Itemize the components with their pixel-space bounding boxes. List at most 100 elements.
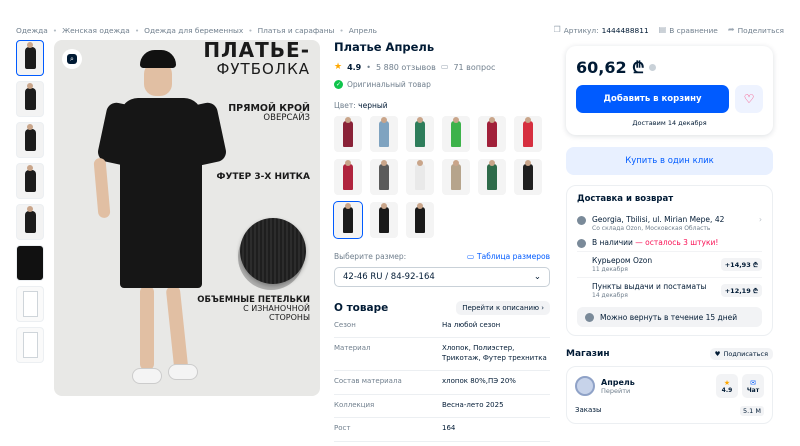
delivery-option-price: +14,93 ₾: [720, 258, 762, 271]
subscribe-button[interactable]: ♥ Подписаться: [709, 348, 773, 360]
chat-button[interactable]: ✉ Чат: [742, 374, 764, 398]
price-value: 60,62 ₾: [576, 58, 645, 77]
breadcrumb-item[interactable]: Женская одежда: [62, 26, 130, 35]
thumbnail[interactable]: [16, 245, 44, 281]
returns-row[interactable]: Можно вернуть в течение 15 дней: [577, 307, 762, 327]
color-swatch[interactable]: [370, 159, 398, 195]
breadcrumb-item[interactable]: Одежда: [16, 26, 48, 35]
heart-icon[interactable]: ♡: [735, 85, 763, 113]
breadcrumb-item[interactable]: Одежда для беременных: [144, 26, 243, 35]
swatch-figure: [343, 160, 353, 190]
breadcrumb-separator: •: [339, 25, 344, 35]
chat-icon: ✉: [750, 378, 756, 387]
shop-logo[interactable]: [575, 376, 595, 396]
color-swatch[interactable]: [478, 116, 506, 152]
reviews-link[interactable]: 5 880 отзывов: [376, 63, 436, 72]
thumbnail-doc: [23, 291, 38, 317]
spec-row: Сезон На любой сезон: [334, 315, 550, 339]
swatch-figure: [523, 117, 533, 147]
article-copy[interactable]: ❐ Артикул: 1444488811: [554, 26, 649, 35]
spec-row: Рост 164: [334, 418, 550, 442]
color-swatch[interactable]: [442, 116, 470, 152]
color-swatch[interactable]: [514, 159, 542, 195]
orders-label: Заказы: [575, 406, 602, 414]
color-swatch[interactable]: [406, 116, 434, 152]
promo-text: ОВЕРСАЙЗ: [263, 113, 310, 124]
thumbnail[interactable]: [16, 122, 44, 158]
thumbnail[interactable]: [16, 81, 44, 117]
main-product-image[interactable]: ⌕ ПЛАТЬЕ- ФУТБОЛКА ПРЯМОЙ КРОЙ ОВЕРСАЙЗ …: [54, 40, 320, 396]
swatch-figure: [451, 160, 461, 190]
delivery-option[interactable]: Пункты выдачи и постаматы 14 декабря +12,1…: [577, 277, 762, 303]
one-click-button[interactable]: Купить в один клик: [566, 147, 773, 175]
model-leg: [165, 285, 189, 371]
spec-key: Коллекция: [334, 400, 375, 409]
color-label: Цвет:: [334, 101, 356, 110]
goto-description-button[interactable]: Перейти к описанию ›: [456, 301, 550, 315]
breadcrumb-item[interactable]: Апрель: [349, 26, 377, 35]
stock-label: В наличии: [592, 238, 633, 247]
color-swatch[interactable]: [333, 201, 363, 239]
thumbnail[interactable]: [16, 163, 44, 199]
price: 60,62 ₾: [576, 56, 763, 78]
delivery-option-date: 11 декабря: [592, 266, 628, 273]
spec-row: Материал Хлопок, Полиэстер, Трикотаж, Фут…: [334, 338, 550, 372]
delivery-option[interactable]: Курьером Ozon 11 декабря +14,93 ₾: [577, 251, 762, 277]
compare-button[interactable]: ▤ В сравнение: [659, 26, 718, 35]
add-to-cart-button[interactable]: Добавить в корзину: [576, 85, 729, 113]
color-swatch[interactable]: [334, 116, 362, 152]
about-title: О товаре: [334, 302, 389, 314]
delivery-option-name: Пункты выдачи и постаматы: [592, 282, 707, 291]
color-swatch[interactable]: [370, 202, 398, 238]
delivery-option-text: Курьером Ozon 11 декабря: [592, 256, 652, 273]
size-table-link[interactable]: ▭ Таблица размеров: [467, 252, 550, 261]
spec-row: Состав материала хлопок 80%,ПЭ 20%: [334, 371, 550, 395]
info-icon[interactable]: [648, 63, 656, 71]
rating-row: ★ 4.9 • 5 880 отзывов ▭ 71 вопрос: [334, 62, 550, 72]
cart-row: Добавить в корзину ♡: [576, 85, 763, 113]
color-swatch[interactable]: [514, 116, 542, 152]
breadcrumb-item[interactable]: Платья и сарафаны: [258, 26, 335, 35]
swatch-figure: [415, 160, 425, 190]
spec-value: Хлопок, Полиэстер, Трикотаж, Футер трехн…: [442, 344, 547, 362]
heart-icon: ♥: [714, 350, 721, 358]
return-icon: [585, 312, 594, 322]
shop-stats: ★ 4.9 ✉ Чат: [716, 374, 764, 398]
color-swatch[interactable]: [334, 159, 362, 195]
breadcrumb: Одежда • Женская одежда • Одежда для берем…: [16, 26, 377, 35]
chat-label: Чат: [746, 386, 760, 394]
model-shoe: [132, 368, 162, 384]
shop-name[interactable]: Апрель: [601, 378, 635, 387]
questions-link[interactable]: 71 вопрос: [453, 63, 495, 72]
thumbnail[interactable]: [16, 204, 44, 240]
color-swatch[interactable]: [370, 116, 398, 152]
thumbnail[interactable]: [16, 327, 44, 363]
thumbnail-doc: [23, 332, 38, 358]
model-figure: [90, 50, 228, 396]
spec-value: На любой сезон: [442, 321, 501, 329]
product-title: Платье Апрель: [334, 40, 435, 54]
thumbnail[interactable]: [16, 40, 44, 76]
color-swatch[interactable]: [478, 159, 506, 195]
returns-label: Можно вернуть в течение 15 дней: [600, 312, 738, 322]
about-header: О товаре Перейти к описанию ›: [334, 301, 550, 315]
model-cap: [140, 50, 176, 68]
color-swatch[interactable]: [406, 159, 434, 195]
delivery-option-text: Пункты выдачи и постаматы 14 декабря: [592, 282, 706, 299]
model-leg: [140, 286, 154, 370]
shop-go-link[interactable]: Перейти: [601, 387, 635, 395]
address-row[interactable]: Georgia, Tbilisi, ul. Mirian Mepe, 42 Со…: [577, 212, 762, 235]
star-icon: ★: [334, 62, 343, 72]
article-label: Артикул:: [563, 25, 599, 35]
stock-row: В наличии — осталось 3 штуки!: [577, 235, 762, 251]
color-swatch[interactable]: [442, 159, 470, 195]
delivery-date: Доставим 14 декабря: [632, 119, 707, 127]
zoom-button[interactable]: ⌕: [62, 49, 82, 69]
thumbnail[interactable]: [16, 286, 44, 322]
top-bar: Одежда • Женская одежда • Одежда для берем…: [16, 24, 784, 36]
size-select[interactable]: 42-46 RU / 84-92-164 ⌄: [334, 267, 550, 287]
color-swatch[interactable]: [406, 202, 434, 238]
swatch-figure: [487, 160, 497, 190]
thumbnail-figure: [25, 124, 36, 151]
share-button[interactable]: ➦ Поделиться: [728, 26, 784, 35]
